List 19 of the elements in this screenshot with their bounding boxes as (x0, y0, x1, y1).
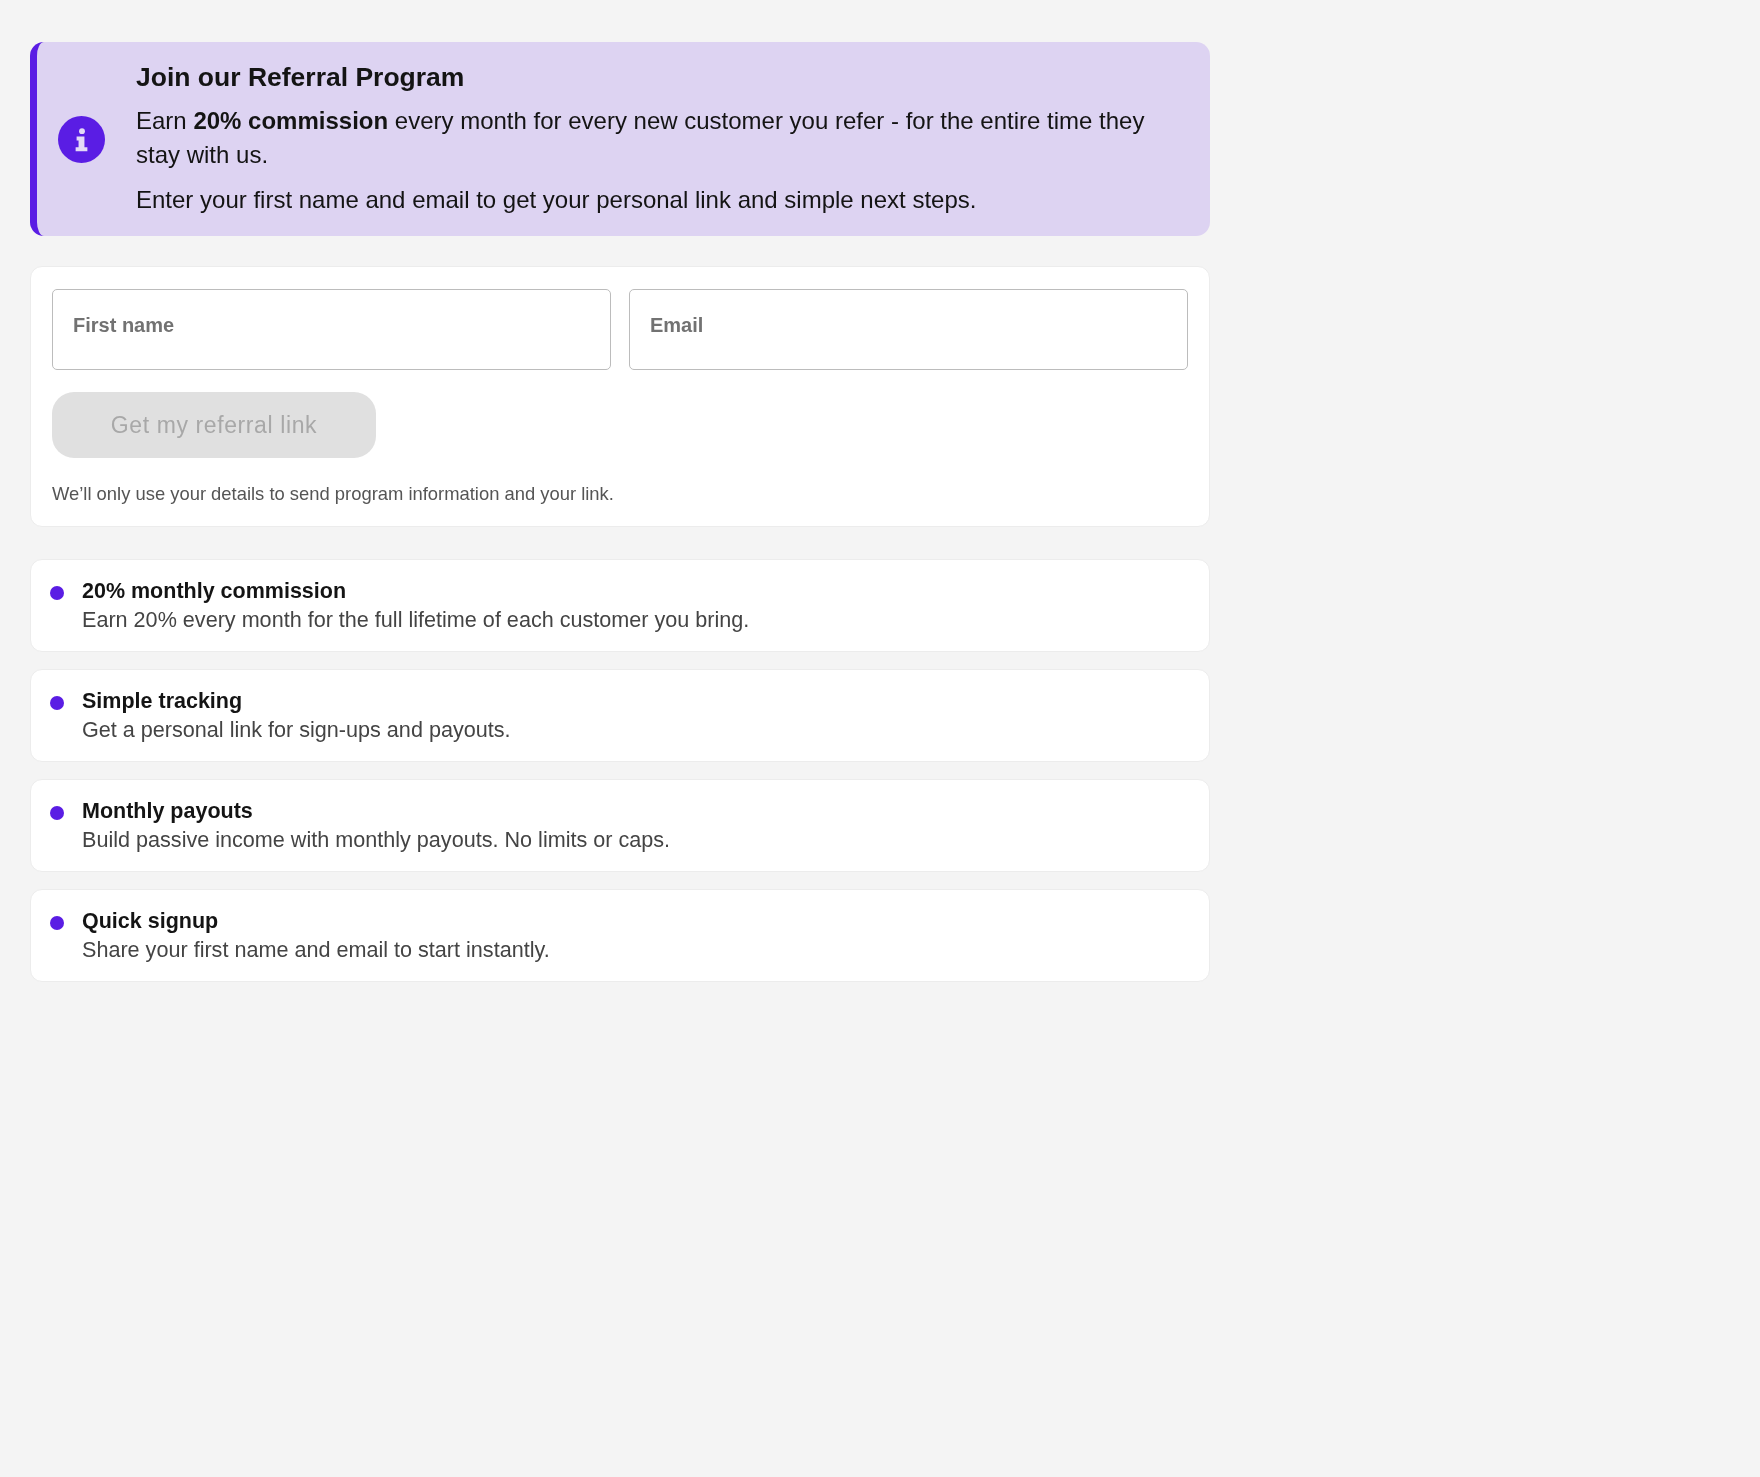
feature-title: Simple tracking (82, 688, 244, 715)
feature-description: Share your first name and email to start instantly. (82, 936, 550, 964)
feature-title: 20% monthly commission (82, 578, 348, 605)
bullet-dot-icon (50, 916, 64, 930)
banner-text: Earn 20% commission every month for every new customer you refer - for the entire time they stay with us. (136, 106, 1146, 170)
info-icon (58, 115, 105, 163)
banner-title: Join our Referral Program (136, 61, 466, 93)
feature-description: Build passive income with monthly payouts. No limits or caps. (82, 826, 671, 854)
feature-description: Get a personal link for sign-ups and payouts. (82, 716, 511, 744)
banner-text: Enter your first name and email to get your personal link and simple next steps. (136, 185, 978, 215)
bullet-dot-icon (50, 586, 64, 600)
feature-title: Monthly payouts (82, 798, 254, 825)
privacy-note: We’ll only use your details to send program information and your link. (52, 482, 615, 506)
bullet-dot-icon (50, 696, 64, 710)
feature-description: Earn 20% every month for the full lifetime of each customer you bring. (82, 606, 750, 634)
email-field[interactable]: Email (629, 289, 1188, 370)
bullet-dot-icon (50, 806, 64, 820)
feature-title: Quick signup (82, 908, 220, 935)
first-name-field[interactable]: First name (52, 289, 611, 370)
